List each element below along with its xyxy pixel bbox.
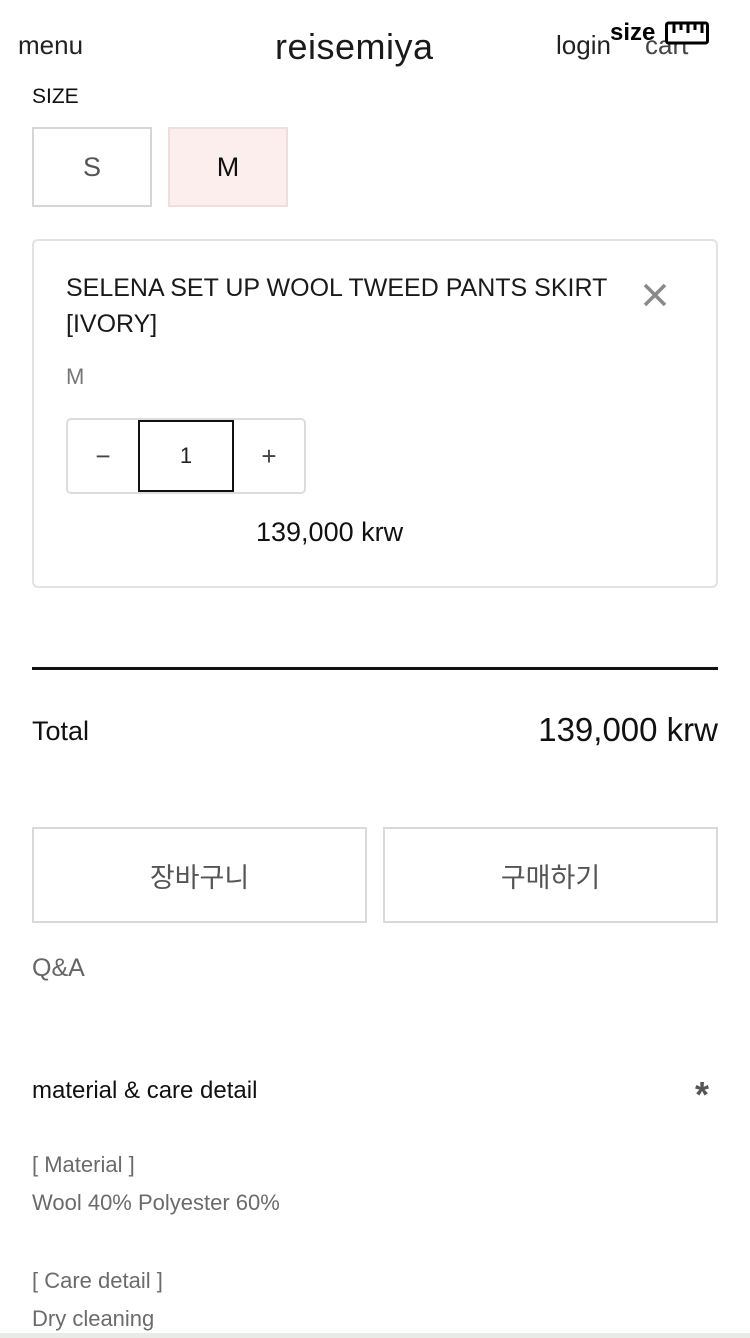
item-name-line-2: [IVORY]	[66, 310, 158, 338]
item-name-line-1: SELENA SET UP WOOL TWEED PANTS SKIRT	[66, 274, 608, 302]
size-guide-label: size	[610, 19, 656, 46]
site-logo[interactable]: reisemiya	[275, 29, 434, 65]
total-value: 139,000 krw	[538, 711, 718, 748]
quantity-input[interactable]	[138, 420, 234, 492]
size-option-s[interactable]: S	[32, 127, 152, 207]
detail-accordion-title[interactable]: material & care detail	[32, 1077, 257, 1105]
close-icon[interactable]	[640, 280, 670, 316]
add-to-cart-button[interactable]: 장바구니	[32, 827, 367, 923]
care-heading: [ Care detail ]	[32, 1268, 163, 1293]
qa-link[interactable]: Q&A	[32, 954, 85, 983]
total-divider	[32, 667, 718, 670]
login-link[interactable]: login	[556, 32, 611, 58]
size-guide-button[interactable]: size	[610, 19, 710, 46]
item-name: SELENA SET UP WOOL TWEED PANTS SKIRT [IV…	[66, 270, 626, 342]
increment-button[interactable]: +	[236, 420, 302, 492]
asterisk-icon[interactable]: *	[695, 1077, 709, 1113]
size-option-m[interactable]: M	[168, 127, 288, 207]
item-price: 139,000 krw	[256, 517, 404, 547]
total-label: Total	[32, 716, 90, 746]
decrement-button[interactable]: −	[70, 420, 136, 492]
bottom-edge	[0, 1333, 750, 1338]
material-heading: [ Material ]	[32, 1152, 135, 1177]
menu-link[interactable]: menu	[18, 32, 83, 58]
size-section-label: SIZE	[32, 85, 79, 108]
care-text: Dry cleaning	[32, 1306, 155, 1331]
ruler-icon	[665, 20, 710, 46]
material-text: Wool 40% Polyester 60%	[32, 1190, 280, 1215]
buy-now-button[interactable]: 구매하기	[383, 827, 718, 923]
item-option: M	[66, 364, 85, 389]
